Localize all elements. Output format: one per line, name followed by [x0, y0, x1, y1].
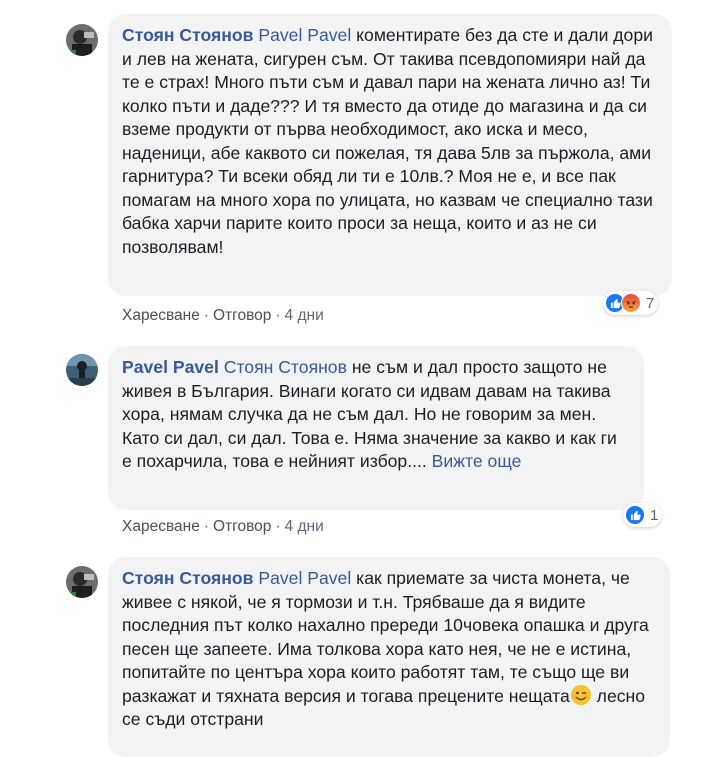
comment-bubble: Стоян Стоянов Pavel Pavel как приемате з…	[108, 557, 670, 757]
avatar[interactable]	[66, 24, 98, 56]
avatar[interactable]	[66, 354, 98, 386]
reaction-count: 1	[650, 506, 659, 524]
angry-icon	[621, 293, 641, 313]
comment-author[interactable]: Стоян Стоянов	[122, 25, 253, 45]
comment-author[interactable]: Стоян Стоянов	[122, 568, 253, 588]
separator-dot: ·	[275, 307, 281, 324]
see-more-link[interactable]: Вижте още	[432, 451, 522, 471]
like-button[interactable]: Харесване	[122, 307, 200, 324]
comment-author[interactable]: Pavel Pavel	[122, 357, 219, 377]
avatar-image	[66, 24, 98, 56]
avatar-image	[66, 354, 98, 386]
avatar[interactable]	[66, 566, 98, 598]
comment-text: как приемате за чиста монета, че живее с…	[122, 568, 649, 706]
separator-dot: ·	[203, 518, 209, 535]
like-button[interactable]: Харесване	[122, 518, 200, 535]
comment-text: коментирате без да сте и дали дори и лев…	[122, 25, 653, 257]
like-icon	[625, 505, 645, 525]
comment-bubble: Стоян Стоянов Pavel Pavel коментирате бе…	[108, 14, 672, 296]
separator-dot: ·	[203, 307, 209, 324]
separator-dot: ·	[275, 518, 281, 535]
mention-link[interactable]: Стоян Стоянов	[224, 357, 347, 377]
reply-button[interactable]: Отговор	[213, 307, 271, 324]
reactions-summary[interactable]: 7	[603, 291, 659, 315]
comment-bubble: Pavel Pavel Стоян Стоянов не съм и дал п…	[108, 346, 644, 510]
reply-button[interactable]: Отговор	[213, 518, 271, 535]
reactions-summary[interactable]: 1	[623, 503, 663, 527]
reaction-count: 7	[646, 294, 655, 312]
mention-link[interactable]: Pavel Pavel	[258, 568, 351, 588]
wink-emoji-icon	[570, 684, 591, 705]
comment-actions: Харесване · Отговор · 4 дни	[122, 307, 324, 325]
comment-time[interactable]: 4 дни	[285, 307, 324, 324]
avatar-image	[66, 566, 98, 598]
comment-actions: Харесване · Отговор · 4 дни	[122, 518, 324, 536]
mention-link[interactable]: Pavel Pavel	[258, 25, 351, 45]
comment-time[interactable]: 4 дни	[285, 518, 324, 535]
